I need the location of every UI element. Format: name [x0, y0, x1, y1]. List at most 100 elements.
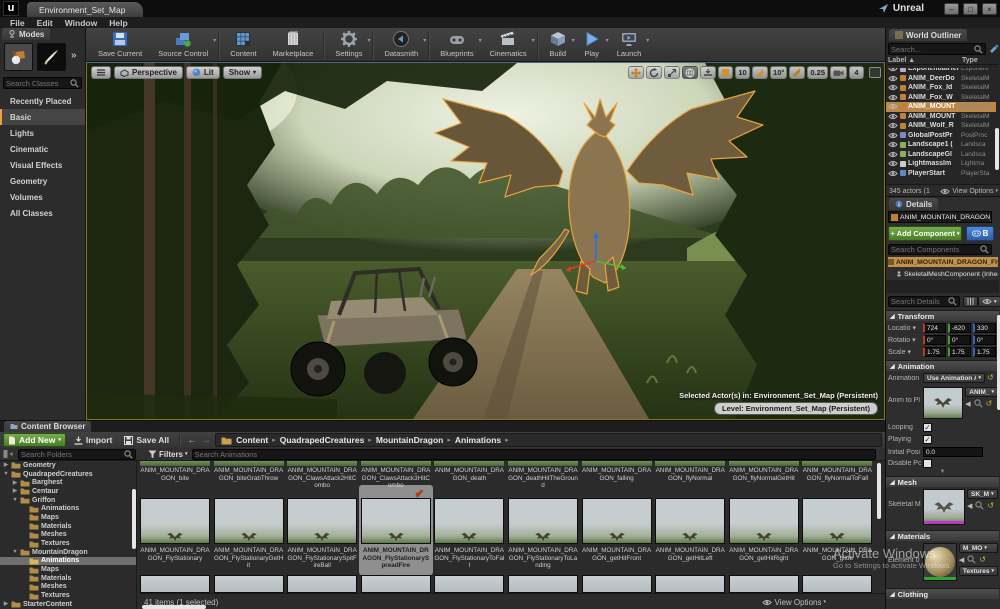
asset-thumbnail[interactable]	[434, 461, 504, 466]
outliner-view-options[interactable]: View Options▾	[940, 188, 998, 195]
browse-icon[interactable]	[974, 399, 983, 408]
asset-thumbnail[interactable]	[655, 575, 725, 593]
asset-label[interactable]: ANIM_MOUNTAIN_DRAGON_flyNormalGetHit	[729, 467, 799, 495]
breadcrumb-animations[interactable]: Animations	[455, 435, 501, 445]
axis-field[interactable]: -620	[948, 323, 971, 333]
menu-window[interactable]: Window	[59, 18, 104, 28]
asset-thumbnail[interactable]	[655, 461, 725, 466]
asset-thumbnail[interactable]	[214, 575, 284, 593]
reset-animation-icon[interactable]: ↺	[987, 374, 994, 382]
visibility-eye-icon[interactable]	[888, 103, 898, 110]
asset-label[interactable]: ANIM_MOUNTAIN_DRAGON_death	[434, 467, 504, 495]
rotation-label[interactable]: Rotatio ▾	[888, 336, 921, 344]
tree-arrow-icon[interactable]: ▼	[12, 549, 18, 555]
component-root-row[interactable]: ANIM_MOUNTAIN_DRAGON_FlySta	[888, 257, 998, 267]
breadcrumb-quadrapedcreatures[interactable]: QuadrapedCreatures	[280, 435, 365, 445]
looping-checkbox[interactable]: ✓	[923, 423, 932, 432]
modes-category-geometry[interactable]: Geometry	[0, 173, 85, 189]
visibility-eye-icon[interactable]	[888, 122, 898, 129]
disable-post-checkbox[interactable]	[923, 459, 932, 468]
search-classes-input[interactable]	[6, 79, 70, 88]
skeletal-mesh-dropdown[interactable]: SK_M▾	[967, 489, 998, 499]
tree-arrow-icon[interactable]: ▶	[3, 462, 9, 468]
camera-speed-button[interactable]	[830, 66, 847, 79]
toolbar-marketplace[interactable]: Marketplace	[265, 29, 322, 61]
scale-snap-value[interactable]: 0.25	[807, 66, 828, 79]
tree-item-materials[interactable]: Materials	[0, 522, 136, 531]
asset-thumbnail[interactable]	[434, 498, 504, 544]
dropdown-arrow-icon[interactable]: ▾	[423, 37, 426, 44]
outliner-row[interactable]: ANIM_Fox_IdSkeletalM	[886, 83, 996, 93]
edit-blueprint-button[interactable]: B	[966, 226, 994, 241]
clothing-section-header[interactable]: ◢Clothing	[886, 588, 999, 599]
surface-snap-button[interactable]	[700, 66, 716, 79]
reset-anim-icon[interactable]: ↺	[986, 400, 993, 408]
tree-item-textures[interactable]: Textures	[0, 591, 136, 600]
asset-thumbnail[interactable]	[508, 498, 578, 544]
grid-scrollbar[interactable]	[877, 463, 881, 519]
animation-section-header[interactable]: ◢Animation	[886, 360, 999, 371]
save-all-button[interactable]: Save All	[120, 433, 173, 447]
breadcrumb-mountaindragon[interactable]: MountainDragon	[376, 435, 444, 445]
camera-speed-value[interactable]: 4	[849, 66, 864, 79]
search-details-input[interactable]	[891, 297, 948, 306]
outliner-row[interactable]: ANIM_MOUNTSkeletalM	[886, 112, 996, 122]
outliner-row[interactable]: ANIM_Fox_WSkeletalM	[886, 93, 996, 103]
axis-field[interactable]: 1.75	[923, 347, 946, 357]
asset-thumbnail[interactable]	[361, 498, 431, 544]
tree-item-textures[interactable]: Textures	[0, 539, 136, 548]
filters-button[interactable]: Filters▾	[148, 450, 188, 459]
asset-thumbnail[interactable]	[214, 461, 284, 466]
toolbar-settings[interactable]: ▾Settings	[327, 29, 370, 61]
initial-position-field[interactable]: 0.0	[923, 447, 983, 457]
tree-item-meshes[interactable]: Meshes	[0, 531, 136, 540]
details-columns-button[interactable]	[963, 296, 978, 307]
dropdown-arrow-icon[interactable]: ▾	[646, 37, 649, 44]
modes-category-cinematic[interactable]: Cinematic	[0, 141, 85, 157]
asset-label[interactable]: ANIM_MOUNTAIN_DRAGON_FlyStationaryToFall	[434, 547, 504, 573]
visibility-eye-icon[interactable]	[888, 94, 898, 101]
search-assets-input[interactable]	[195, 450, 873, 459]
asset-thumbnail[interactable]	[287, 575, 357, 593]
asset-thumbnail[interactable]	[140, 461, 210, 466]
asset-thumbnail[interactable]	[287, 498, 357, 544]
modes-category-visual-effects[interactable]: Visual Effects	[0, 157, 85, 173]
dropdown-arrow-icon[interactable]: ▾	[367, 37, 370, 44]
place-mode-button[interactable]	[4, 43, 33, 71]
menu-help[interactable]: Help	[103, 18, 133, 28]
animation-asset-dropdown[interactable]: ANIM_▾	[965, 387, 998, 397]
move-tool-button[interactable]	[628, 66, 644, 79]
axis-field[interactable]: 330	[973, 323, 996, 333]
modes-tab[interactable]: Modes	[2, 28, 50, 40]
tree-item-animations[interactable]: Animations	[0, 557, 136, 566]
asset-label[interactable]: ANIM_MOUNTAIN_DRAGON_FlyStationary	[140, 547, 210, 573]
axis-field[interactable]: 0°	[973, 335, 996, 345]
level-tab[interactable]: Environment_Set_Map	[27, 2, 143, 18]
paint-mode-button[interactable]	[37, 43, 66, 71]
outliner-create-icon[interactable]	[989, 44, 999, 54]
outliner-row[interactable]: LandscapeGlLandsca	[886, 150, 996, 160]
reset-mesh-icon[interactable]: ↺	[987, 502, 994, 510]
use-selected-icon[interactable]: ◀	[965, 400, 970, 408]
modes-category-volumes[interactable]: Volumes	[0, 189, 85, 205]
visibility-eye-icon[interactable]	[888, 160, 898, 167]
scale-tool-button[interactable]	[664, 66, 680, 79]
scale-snap-toggle[interactable]	[789, 66, 805, 79]
content-browser-tab[interactable]: Content Browser	[4, 421, 91, 432]
asset-thumbnail[interactable]	[214, 498, 284, 544]
details-tab[interactable]: Details	[889, 198, 938, 210]
rotate-tool-button[interactable]	[646, 66, 662, 79]
details-view-button[interactable]: ▾	[978, 296, 1000, 307]
asset-thumbnail[interactable]	[582, 461, 652, 466]
asset-label[interactable]: ANIM_MOUNTAIN_DRAGON_getHitRight	[729, 547, 799, 573]
search-folders-input[interactable]	[21, 450, 124, 459]
tree-item-centaur[interactable]: ▶Centaur	[0, 487, 136, 496]
forward-button[interactable]: →	[201, 435, 211, 446]
back-button[interactable]: ←	[187, 435, 197, 446]
asset-label[interactable]: ANIM_MOUNTAIN_DRAGON_biteGrabThrow	[214, 467, 284, 495]
outliner-row[interactable]: ANIM_DeerDoSkeletalM	[886, 74, 996, 84]
horizontal-scrollbar[interactable]	[142, 605, 206, 609]
search-components-input[interactable]	[891, 245, 980, 254]
axis-field[interactable]: 1.75	[948, 347, 971, 357]
axis-field[interactable]: 0°	[948, 335, 971, 345]
